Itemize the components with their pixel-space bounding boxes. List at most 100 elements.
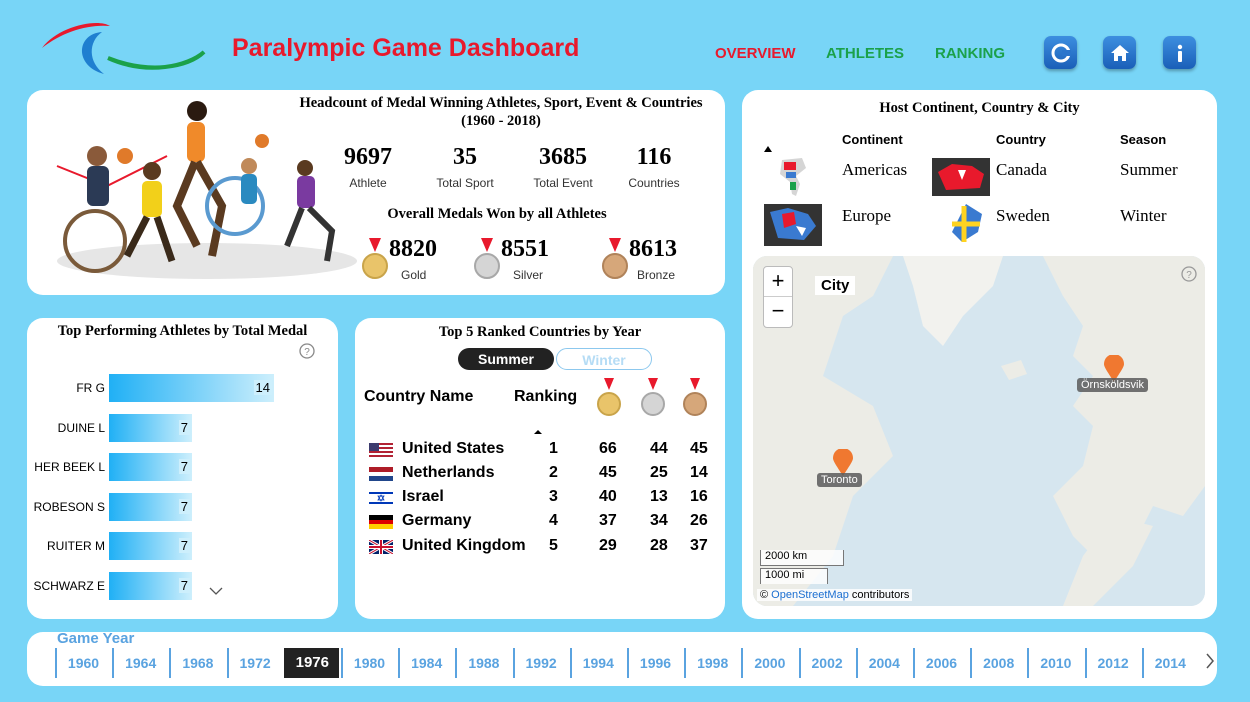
help-icon[interactable]: ? [1181, 266, 1197, 282]
athlete-bar[interactable]: 7 [109, 571, 192, 600]
table-row[interactable]: Israel 3 40 13 16 [369, 485, 719, 509]
athlete-bar[interactable]: 7 [109, 453, 192, 481]
table-row[interactable]: United States 1 66 44 45 [369, 437, 719, 461]
kpi-athlete: 9697 Athlete [332, 144, 404, 190]
athlete-bar-row[interactable]: RUITER M 7 [27, 532, 337, 560]
home-button[interactable] [1103, 36, 1136, 69]
sort-asc-icon[interactable] [533, 429, 543, 435]
athlete-bar[interactable]: 7 [109, 492, 192, 521]
athlete-bar-row[interactable]: SCHWARZ E 7 [27, 571, 337, 600]
gold-count: 66 [599, 440, 617, 457]
rank: 5 [549, 537, 558, 554]
bronze-count: 26 [690, 512, 708, 529]
host-title: Host Continent, Country & City [879, 100, 1080, 116]
summer-toggle[interactable]: Summer [458, 348, 554, 370]
rank: 3 [549, 488, 558, 505]
medal-label: Gold [401, 268, 427, 282]
kpi-label: Total Sport [436, 176, 494, 190]
year-item[interactable]: 2014 [1141, 648, 1197, 678]
ranked-countries-card: Top 5 Ranked Countries by Year Summer Wi… [355, 318, 725, 619]
svg-text:?: ? [304, 347, 310, 358]
game-year-slicer: Game Year 1960 1964 1968 1972 1976 1980 1984 19… [27, 630, 1217, 686]
athlete-bar-row[interactable]: DUINE L 7 [27, 413, 337, 442]
athlete-medal-count: 7 [178, 538, 190, 553]
col-continent[interactable]: Continent [842, 132, 903, 147]
year-item[interactable]: 1972 [226, 648, 282, 678]
athlete-name: DUINE L [57, 420, 105, 435]
year-item[interactable]: 2002 [798, 648, 854, 678]
bronze-count: 14 [690, 464, 708, 481]
osm-link[interactable]: OpenStreetMap [771, 589, 849, 601]
table-row[interactable]: Germany 4 37 34 26 [369, 509, 719, 533]
kpi-label: Countries [628, 176, 680, 190]
medal-value: 8551 [501, 236, 549, 262]
rank: 2 [549, 464, 558, 481]
country-value[interactable]: Canada [996, 160, 1047, 180]
year-item[interactable]: 2008 [970, 648, 1025, 678]
help-icon[interactable]: ? [299, 343, 315, 359]
sort-asc-icon[interactable] [764, 146, 772, 152]
year-item[interactable]: 2012 [1084, 648, 1140, 678]
medal-value: 8613 [629, 236, 677, 262]
zoom-in-button[interactable]: + [764, 267, 792, 297]
nav-ranking[interactable]: RANKING [935, 45, 1005, 62]
year-item[interactable]: 1968 [169, 648, 224, 678]
year-item[interactable]: 1994 [569, 648, 625, 678]
year-item[interactable]: 1976 [283, 648, 339, 678]
host-city-map[interactable]: + − City ? Örnsköldsvik Toronto 2000 km … [753, 256, 1205, 606]
reset-button[interactable] [1044, 36, 1077, 69]
athlete-bar[interactable]: 7 [109, 532, 192, 560]
col-country-name[interactable]: Country Name [364, 388, 473, 406]
winter-toggle[interactable]: Winter [556, 348, 652, 370]
year-item[interactable]: 1960 [55, 648, 110, 678]
bronze-medal-icon [602, 238, 628, 279]
scale-km: 2000 km [760, 550, 844, 566]
kpi-total-event: 3685 Total Event [522, 144, 604, 190]
home-icon [1110, 44, 1129, 61]
kpi-value: 3685 [539, 144, 587, 170]
col-season[interactable]: Season [1120, 132, 1166, 147]
map-attribution: © OpenStreetMap contributors [757, 589, 913, 601]
athlete-bar-row[interactable]: ROBESON S 7 [27, 492, 337, 521]
athlete-medal-count: 7 [178, 459, 190, 474]
rank: 4 [549, 512, 558, 529]
gold-count: 45 [599, 464, 617, 481]
year-item[interactable]: 2004 [855, 648, 911, 678]
athlete-bar-row[interactable]: FR G 14 [27, 374, 337, 402]
year-item[interactable]: 2010 [1027, 648, 1082, 678]
athlete-medal-count: 7 [178, 498, 190, 514]
game-year-label: Game Year [57, 630, 135, 647]
year-item[interactable]: 1980 [341, 648, 396, 678]
info-button[interactable] [1163, 36, 1196, 69]
year-item[interactable]: 1998 [684, 648, 739, 678]
continent-value[interactable]: Americas [842, 160, 907, 180]
athlete-name: RUITER M [47, 539, 105, 553]
year-item[interactable]: 2006 [913, 648, 968, 678]
athlete-bar[interactable]: 14 [109, 374, 274, 402]
country-value[interactable]: Sweden [996, 206, 1050, 226]
col-ranking[interactable]: Ranking [514, 388, 577, 406]
year-item[interactable]: 2000 [741, 648, 796, 678]
nav-overview[interactable]: OVERVIEW [715, 45, 796, 62]
year-item[interactable]: 1964 [112, 648, 167, 678]
year-item[interactable]: 1996 [627, 648, 682, 678]
table-row[interactable]: United Kingdom 5 29 28 37 [369, 534, 719, 558]
continent-value[interactable]: Europe [842, 206, 891, 226]
bronze-count: 16 [690, 488, 708, 505]
zoom-out-button[interactable]: − [764, 297, 792, 327]
kpi-label: Athlete [349, 176, 387, 190]
nav-athletes[interactable]: ATHLETES [826, 45, 904, 62]
nl-flag-icon [369, 467, 393, 481]
athlete-bar-row[interactable]: HER BEEK L 7 [27, 453, 337, 481]
silver-count: 13 [650, 488, 668, 505]
kpi-value: 35 [453, 144, 477, 170]
ranked-title: Top 5 Ranked Countries by Year [438, 324, 642, 340]
chevron-down-icon[interactable] [208, 586, 224, 596]
athlete-bar[interactable]: 7 [109, 413, 192, 442]
chevron-right-icon[interactable] [1205, 652, 1215, 670]
year-item[interactable]: 1992 [512, 648, 568, 678]
col-country[interactable]: Country [996, 132, 1046, 147]
year-item[interactable]: 1984 [398, 648, 453, 678]
table-row[interactable]: Netherlands 2 45 25 14 [369, 461, 719, 485]
year-item[interactable]: 1988 [455, 648, 510, 678]
